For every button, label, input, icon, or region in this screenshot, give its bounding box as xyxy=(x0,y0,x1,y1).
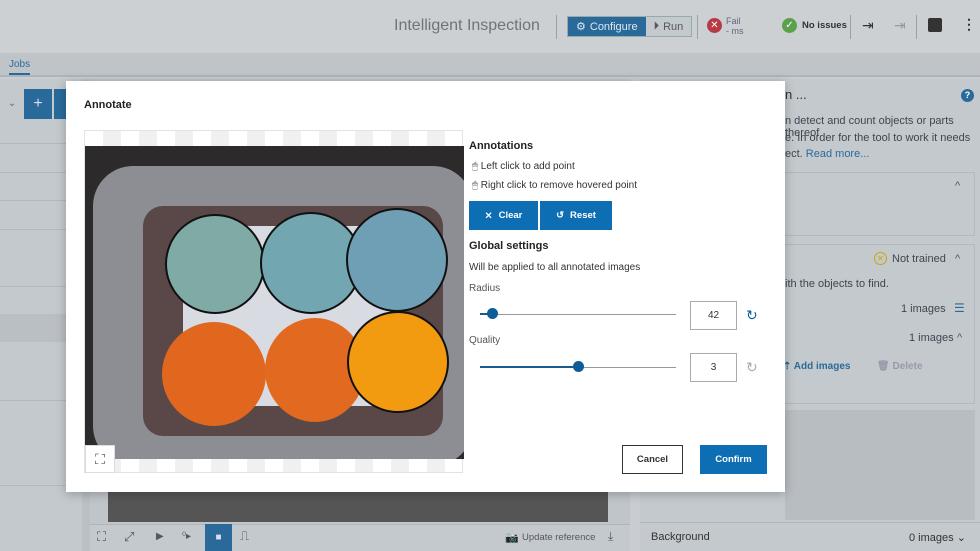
annotation-point-hovered[interactable] xyxy=(347,311,449,413)
quality-input[interactable]: 3 xyxy=(690,353,737,382)
image-count: 1 images xyxy=(909,332,954,344)
check-icon: ✓ xyxy=(782,18,797,33)
divider xyxy=(640,522,980,523)
radius-input[interactable]: 42 xyxy=(690,301,737,330)
description-line: ect. Read more... xyxy=(785,148,870,160)
training-card xyxy=(785,244,975,404)
cancel-button[interactable]: Cancel xyxy=(622,445,683,474)
play-icon[interactable]: ▶ xyxy=(156,531,164,542)
update-reference-button[interactable]: Update reference xyxy=(522,532,595,543)
tab-jobs[interactable]: Jobs xyxy=(9,59,31,75)
hint-left: 🖱 Left click to add point xyxy=(472,161,575,172)
annotation-canvas[interactable]: ⛶ xyxy=(84,130,464,473)
background-count[interactable]: 0 images ⌄ xyxy=(909,531,966,544)
hint-right: 🖱 Right click to remove hovered point xyxy=(472,180,637,191)
chevron-up-icon[interactable]: ^ xyxy=(955,180,960,192)
slider-handle[interactable] xyxy=(572,361,584,372)
divider xyxy=(697,15,698,39)
viewer-image xyxy=(108,492,608,522)
reset-button[interactable]: ↺ Reset xyxy=(540,201,612,230)
slider-fill xyxy=(480,366,578,368)
gears-icon: ⚙ xyxy=(576,21,586,33)
chevron-up-icon[interactable]: ^ xyxy=(957,332,962,344)
orange xyxy=(162,322,266,426)
annotate-dialog: Annotate ⛶ Annotations 🖱 Left click to a… xyxy=(66,81,785,492)
add-images-button[interactable]: ⇡ Add images xyxy=(783,361,850,372)
dialog-title: Annotate xyxy=(84,99,132,111)
quality-label: Quality xyxy=(469,335,501,346)
trigger-icon[interactable]: ⎍ xyxy=(240,528,249,544)
radius-reset-icon[interactable]: ↻ xyxy=(746,307,758,324)
clear-icon: ⨯ xyxy=(484,210,493,221)
login-icon[interactable]: ⇥ xyxy=(862,17,874,34)
divider xyxy=(850,15,851,39)
global-settings-heading: Global settings xyxy=(469,240,549,252)
more-icon[interactable]: ... xyxy=(796,87,807,102)
background-section[interactable]: Background xyxy=(651,531,710,543)
delete-button[interactable]: 🗑 Delete xyxy=(877,361,923,372)
fail-icon: ✕ xyxy=(707,18,722,33)
instruction-text: ith the objects to find. xyxy=(785,278,889,290)
run-button[interactable]: ⏵ Run xyxy=(645,17,692,36)
annotations-heading: Annotations xyxy=(469,140,534,152)
tool-title: n ... xyxy=(785,87,807,102)
chevron-up-icon[interactable]: ^ xyxy=(955,253,960,265)
section-card xyxy=(785,172,975,236)
training-status: Not trained xyxy=(892,253,946,265)
chevron-down-icon[interactable]: ⌄ xyxy=(0,89,24,119)
annotation-point[interactable] xyxy=(346,208,448,312)
filter-icon[interactable]: ☰ xyxy=(954,301,965,315)
radius-slider[interactable] xyxy=(480,308,676,320)
app-title: Intelligent Inspection xyxy=(394,17,540,34)
quality-reset-icon[interactable]: ↻ xyxy=(746,359,758,376)
image-count: 1 images xyxy=(901,303,946,315)
annotation-point[interactable] xyxy=(165,214,265,314)
status-text: No issues xyxy=(802,20,847,31)
description-line: e. In order for the tool to work it need… xyxy=(785,132,971,144)
stop-button[interactable]: ■ xyxy=(205,524,232,551)
clear-button[interactable]: ⨯ Clear xyxy=(469,201,538,230)
confirm-button[interactable]: Confirm xyxy=(700,445,767,474)
download-icon[interactable]: ⤓ xyxy=(608,529,613,544)
more-vertical-icon[interactable]: ⋮ xyxy=(962,16,976,33)
save-icon[interactable] xyxy=(928,18,942,32)
fit-icon[interactable]: ⛶ xyxy=(97,529,106,545)
image-list xyxy=(785,410,975,520)
quality-slider[interactable] xyxy=(480,361,676,373)
step-icon[interactable]: ⁰▸ xyxy=(182,531,191,542)
mouse-icon: 🖱 xyxy=(472,161,478,172)
read-more-link[interactable]: Read more... xyxy=(806,148,870,160)
logout-icon[interactable]: ⇥ xyxy=(894,17,906,34)
mode-toggle: ⚙ Configure ⏵ Run xyxy=(567,16,693,37)
reset-icon: ↺ xyxy=(556,210,565,221)
fail-status: Fail - ms xyxy=(726,16,744,36)
inspection-image[interactable] xyxy=(85,146,464,459)
divider xyxy=(916,15,917,39)
play-circle-icon: ⏵ xyxy=(653,20,660,32)
help-icon[interactable]: ? xyxy=(961,89,974,102)
camera-icon: 📷 xyxy=(505,532,519,544)
mouse-icon: 🖱 xyxy=(472,180,478,191)
slider-handle[interactable] xyxy=(487,308,499,319)
add-button[interactable]: + xyxy=(24,89,52,119)
not-trained-icon: ✕ xyxy=(874,252,887,265)
global-settings-description: Will be applied to all annotated images xyxy=(469,262,641,273)
configure-button[interactable]: ⚙ Configure xyxy=(568,17,646,36)
fullscreen-icon[interactable]: ⛶ xyxy=(85,445,115,473)
tab-bar xyxy=(0,53,980,77)
radius-label: Radius xyxy=(469,283,501,294)
divider xyxy=(556,15,557,39)
expand-icon[interactable]: ⤢ xyxy=(124,529,134,545)
